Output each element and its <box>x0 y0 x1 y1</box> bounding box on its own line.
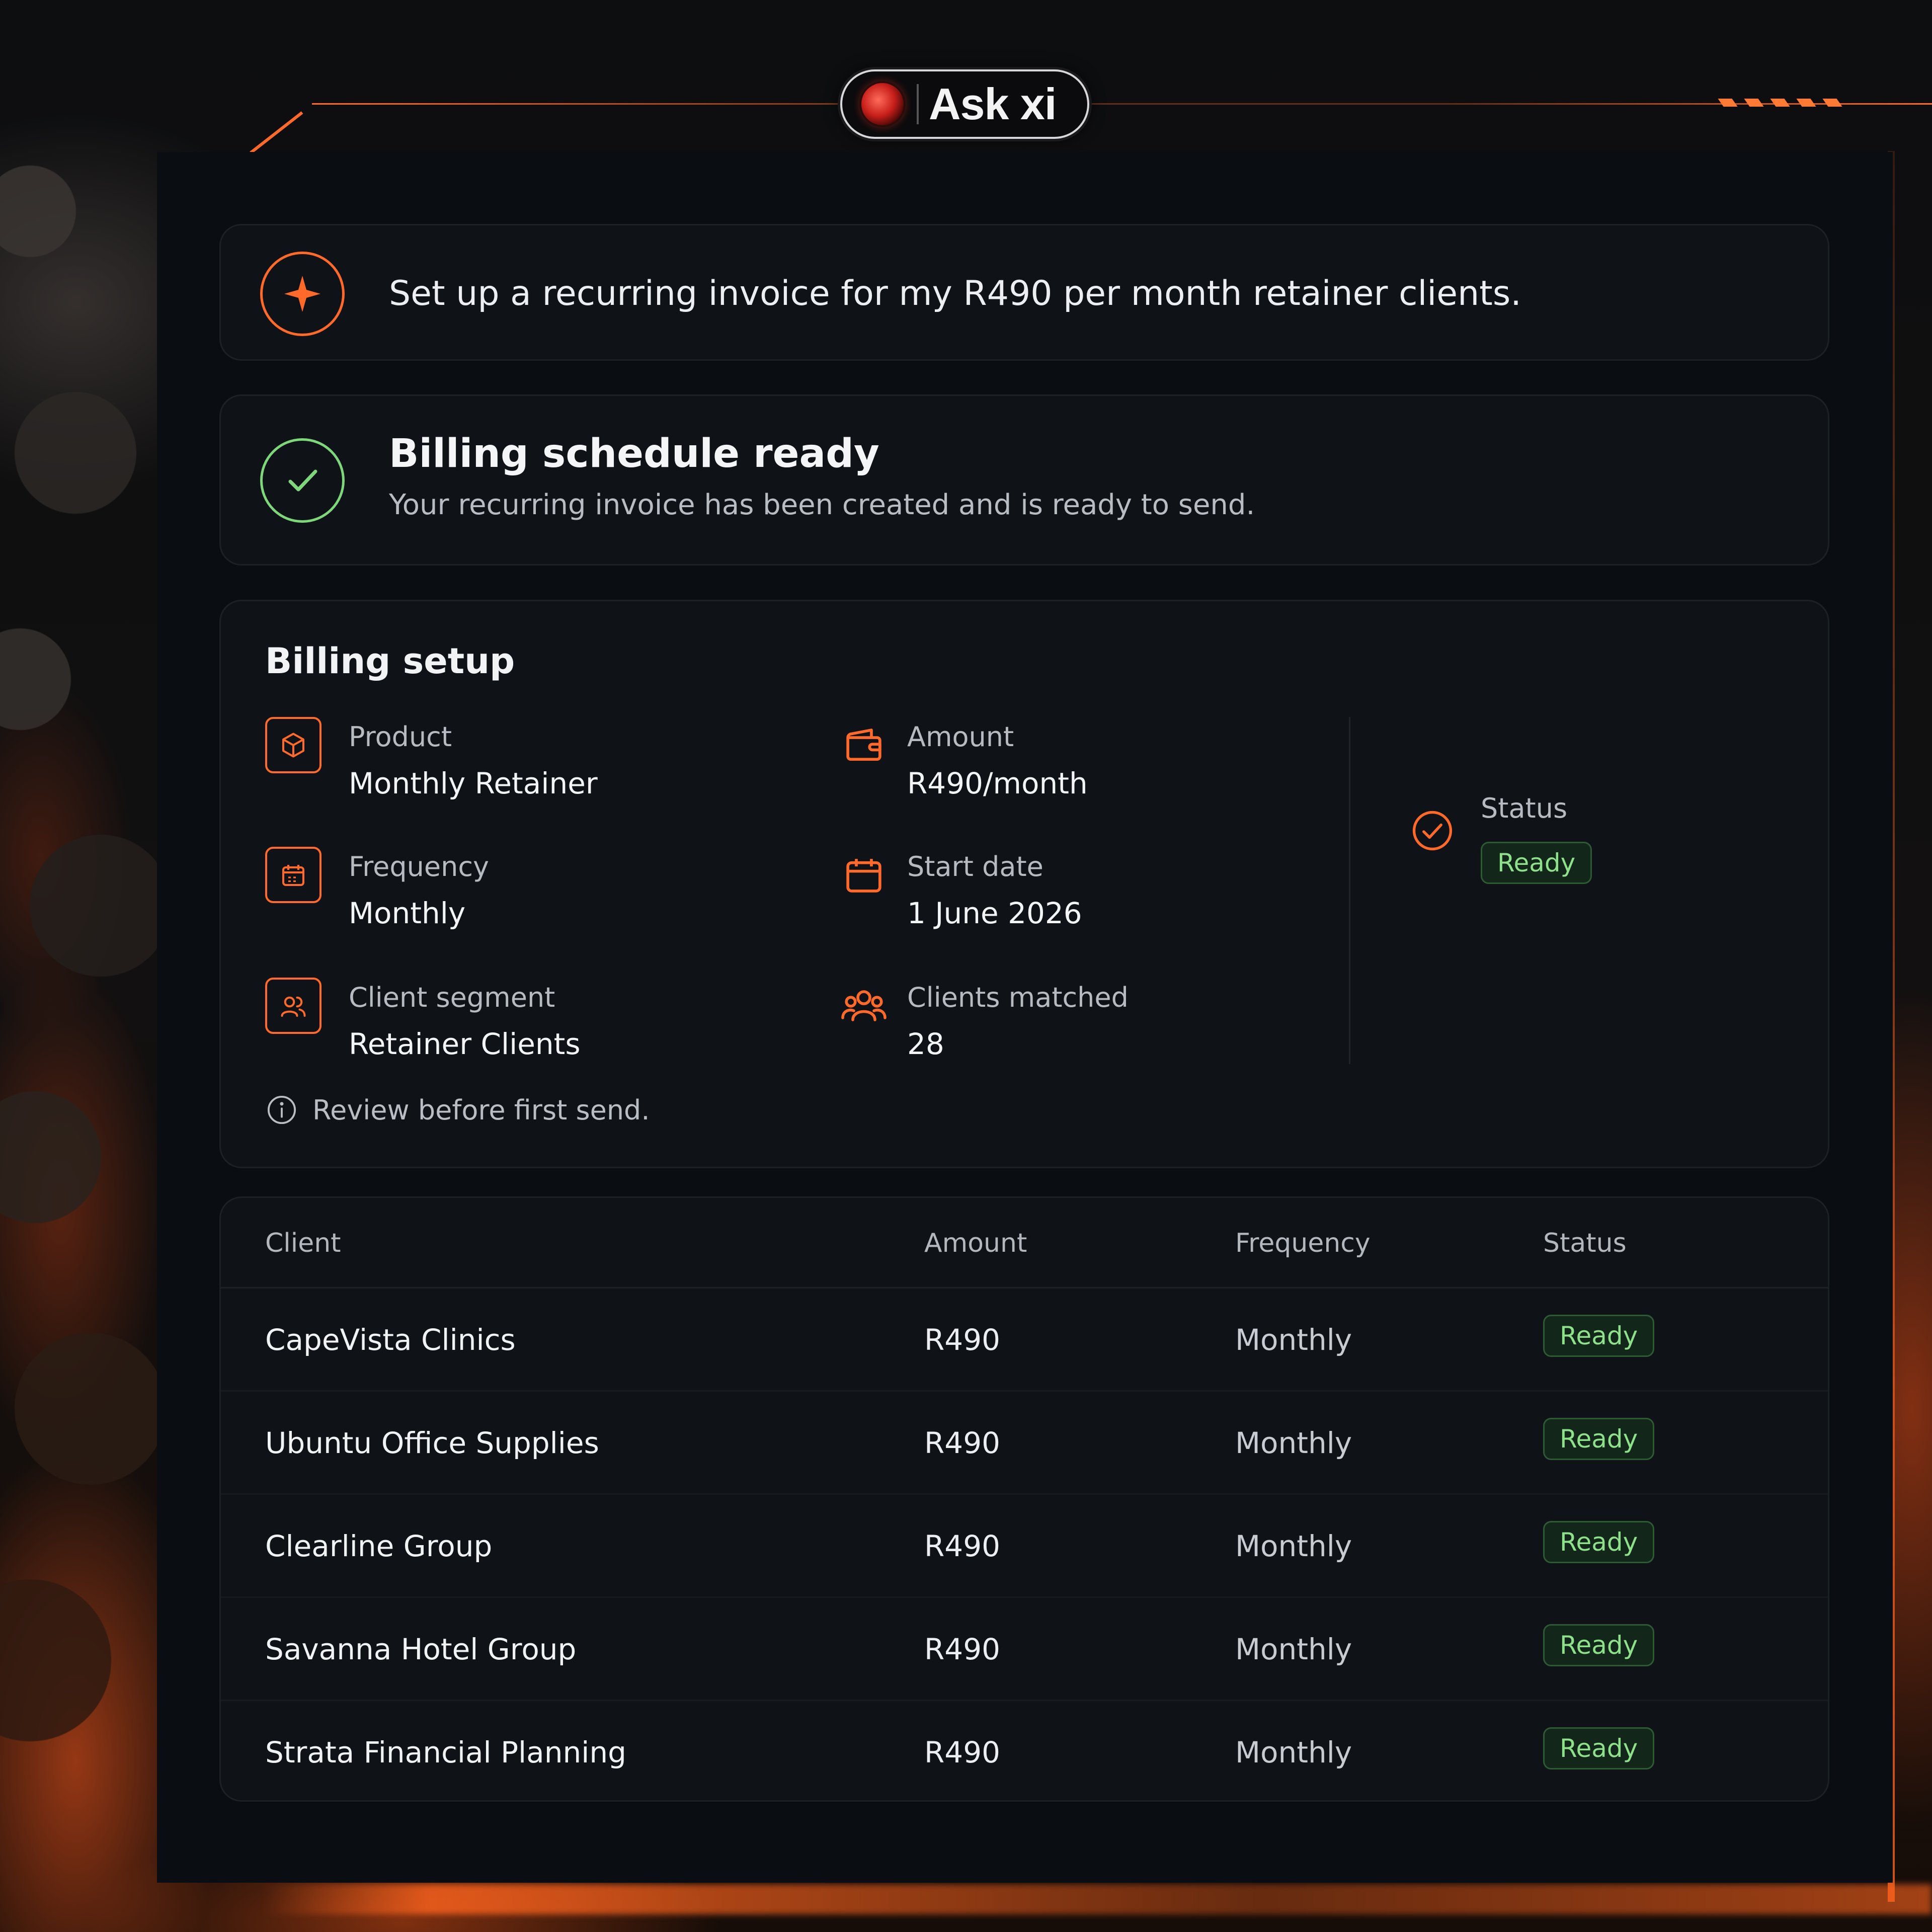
column-header-client[interactable]: Client <box>265 1198 341 1289</box>
client-frequency: Monthly <box>1235 1529 1352 1563</box>
table-row[interactable]: Clearline Group R490 Monthly Ready <box>221 1495 1828 1598</box>
table-row[interactable]: Strata Financial Planning R490 Monthly R… <box>221 1701 1828 1800</box>
amount-value: R490/month <box>907 766 1088 800</box>
billing-setup-title: Billing setup <box>265 640 515 682</box>
client-frequency: Monthly <box>1235 1426 1352 1460</box>
review-note: Review before first send. <box>265 1093 650 1126</box>
table-row[interactable]: CapeVista Clinics R490 Monthly Ready <box>221 1289 1828 1392</box>
table-header: Client Amount Frequency Status <box>221 1198 1828 1289</box>
users-icon <box>265 978 321 1034</box>
column-header-amount[interactable]: Amount <box>924 1198 1027 1289</box>
start-date-value: 1 June 2026 <box>907 896 1082 930</box>
client-segment-value: Retainer Clients <box>349 1027 581 1061</box>
result-subtitle: Your recurring invoice has been created … <box>389 489 1255 521</box>
status-badge: Ready <box>1543 1418 1655 1460</box>
status-badge: Ready <box>1481 842 1592 884</box>
frequency-value: Monthly <box>349 896 466 930</box>
client-frequency: Monthly <box>1235 1632 1352 1666</box>
status-badge: Ready <box>1543 1521 1655 1563</box>
status-badge: Ready <box>1543 1624 1655 1666</box>
table-row[interactable]: Ubuntu Office Supplies R490 Monthly Read… <box>221 1392 1828 1495</box>
user-prompt-card: Set up a recurring invoice for my R490 p… <box>219 224 1829 361</box>
check-circle-icon <box>1409 808 1456 856</box>
ask-xi-label: Ask xi <box>929 79 1057 129</box>
review-note-text: Review before first send. <box>312 1094 650 1126</box>
result-card: Billing schedule ready Your recurring in… <box>219 394 1829 566</box>
ask-xi-button[interactable]: Ask xi <box>840 69 1089 139</box>
client-amount: R490 <box>924 1426 1001 1460</box>
table-row[interactable]: Savanna Hotel Group R490 Monthly Ready <box>221 1598 1828 1701</box>
assistant-panel: Set up a recurring invoice for my R490 p… <box>157 152 1893 1883</box>
billing-setup-card: Billing setup Product Monthly Retainer A… <box>219 600 1829 1168</box>
clients-table: Client Amount Frequency Status CapeVista… <box>219 1196 1829 1802</box>
rock-texture <box>0 0 166 1932</box>
client-name: Strata Financial Planning <box>265 1735 626 1769</box>
xi-orb-icon <box>861 83 904 125</box>
client-amount: R490 <box>924 1529 1001 1563</box>
client-amount: R490 <box>924 1323 1001 1357</box>
client-amount: R490 <box>924 1632 1001 1666</box>
client-name: Clearline Group <box>265 1529 493 1563</box>
result-title: Billing schedule ready <box>389 431 879 476</box>
clients-matched-value: 28 <box>907 1027 944 1061</box>
client-frequency: Monthly <box>1235 1735 1352 1769</box>
setup-divider <box>1349 717 1350 1064</box>
box-icon <box>265 717 321 773</box>
calendar-icon <box>265 847 321 903</box>
client-name: Savanna Hotel Group <box>265 1632 577 1666</box>
group-icon <box>836 978 892 1034</box>
hud-bottom-glow <box>262 1884 1932 1914</box>
status-badge: Ready <box>1543 1727 1655 1769</box>
status-badge: Ready <box>1543 1315 1655 1357</box>
hud-tick-marks <box>1718 99 1842 107</box>
column-header-status[interactable]: Status <box>1543 1198 1627 1289</box>
check-circle-icon <box>260 438 345 523</box>
client-name: Ubuntu Office Supplies <box>265 1426 599 1460</box>
hud-top-line <box>312 103 1932 105</box>
sparkle-icon <box>260 252 345 336</box>
calendar-icon <box>836 847 892 903</box>
user-prompt-text: Set up a recurring invoice for my R490 p… <box>389 274 1521 313</box>
wallet-icon <box>836 717 892 773</box>
column-header-frequency[interactable]: Frequency <box>1235 1198 1371 1289</box>
product-value: Monthly Retainer <box>349 766 598 800</box>
client-amount: R490 <box>924 1735 1001 1769</box>
client-name: CapeVista Clinics <box>265 1323 516 1357</box>
info-icon <box>267 1095 296 1124</box>
client-frequency: Monthly <box>1235 1323 1352 1357</box>
